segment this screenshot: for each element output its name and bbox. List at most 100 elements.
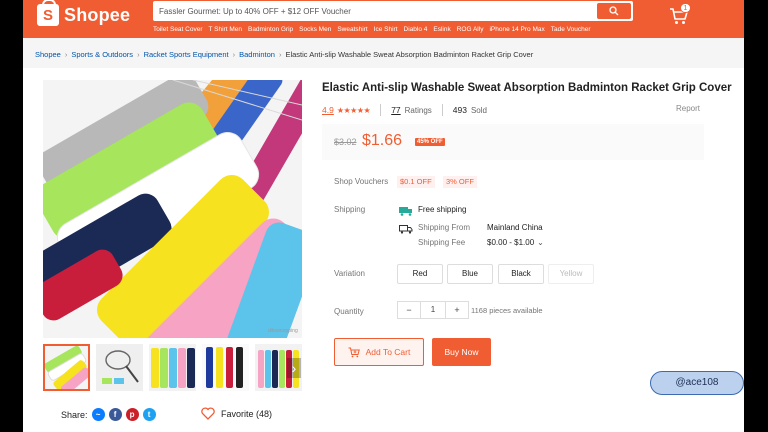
search-bar <box>153 1 633 22</box>
pieces-available: 1168 pieces available <box>471 306 543 315</box>
watermark-badge: @ace108 <box>650 371 744 395</box>
share-row: Share: ~ f p t <box>61 408 156 421</box>
breadcrumb-current: Elastic Anti-slip Washable Sweat Absorpt… <box>285 50 534 59</box>
thumbnail[interactable] <box>202 344 249 391</box>
app-window: S Shopee Toilet Seat Cover T Shirt Men B… <box>23 0 744 432</box>
thumbnail-image <box>149 344 196 391</box>
cart-button[interactable]: 1 <box>669 3 691 26</box>
suggestion-link[interactable]: iPhone 14 Pro Max <box>489 26 544 33</box>
sold-count: 493 <box>452 105 467 115</box>
thumbnail[interactable] <box>43 344 90 391</box>
star-rating-icon: ★★★★★ <box>336 105 371 115</box>
quantity-input[interactable]: 1 <box>420 302 446 318</box>
sold-label: Sold <box>470 105 487 115</box>
discount-badge: 45% OFF <box>415 138 445 146</box>
breadcrumb-link[interactable]: Racket Sports Equipment <box>144 50 229 59</box>
chevron-right-icon[interactable]: › <box>287 358 301 378</box>
chevron-right-icon: › <box>137 50 140 59</box>
product-title: Elastic Anti-slip Washable Sweat Absorpt… <box>322 82 732 94</box>
shopee-bag-icon: S <box>37 0 59 26</box>
search-suggestions: Toilet Seat Cover T Shirt Men Badminton … <box>153 26 597 33</box>
suggestion-link[interactable]: Ice Shirt <box>374 26 398 33</box>
search-input[interactable] <box>153 1 593 22</box>
twitter-icon[interactable]: t <box>142 408 156 421</box>
current-price: $1.66 <box>362 132 403 149</box>
suggestion-link[interactable]: Tade Voucher <box>551 26 591 33</box>
chevron-right-icon: › <box>64 50 68 59</box>
suggestion-link[interactable]: ROG Ally <box>457 26 484 33</box>
thumbnail-strip <box>43 344 302 391</box>
suggestion-link[interactable]: Diablo 4 <box>404 26 428 33</box>
buy-now-button[interactable]: Buy Now <box>432 338 491 366</box>
shipping-label: Shipping <box>334 205 366 214</box>
divider <box>441 104 443 116</box>
favorite-button[interactable]: Favorite (48) <box>201 407 272 420</box>
breadcrumb-link[interactable]: Sports & Outdoors <box>71 50 133 59</box>
thumbnail[interactable] <box>149 344 196 391</box>
thumbnail-image <box>45 346 88 389</box>
suggestion-link[interactable]: Badminton Grip <box>248 26 293 33</box>
voucher-chip[interactable]: $0.1 OFF <box>397 176 435 188</box>
add-to-cart-button[interactable]: Add To Cart <box>334 338 424 366</box>
thumbnail-image <box>202 344 249 391</box>
shipping-from-value: Mainland China <box>487 223 543 232</box>
add-cart-icon <box>348 347 360 357</box>
suggestion-link[interactable]: Sweatshirt <box>337 26 367 33</box>
report-link[interactable]: Report <box>676 104 700 113</box>
shipping-from-row: Shipping From Mainland China <box>418 223 543 232</box>
product-stats: 4.9 ★★★★★ 77 Ratings 493 Sold <box>322 104 487 116</box>
breadcrumb-link[interactable]: Shopee <box>35 50 61 59</box>
product-main-image[interactable]: ditsumopping <box>43 80 302 338</box>
add-to-cart-label: Add To Cart <box>365 347 411 357</box>
grip-covers-illustration: ditsumopping <box>43 80 302 338</box>
variation-option-red[interactable]: Red <box>397 264 443 284</box>
quantity-label: Quantity <box>334 307 364 316</box>
breadcrumb-link[interactable]: Badminton <box>239 50 275 59</box>
variation-label: Variation <box>334 269 365 278</box>
suggestion-link[interactable]: Eslink <box>433 26 450 33</box>
original-price: $3.02 <box>334 137 357 147</box>
search-button[interactable] <box>597 3 631 19</box>
price-section: $3.02 $1.66 45% OFF <box>322 124 704 160</box>
image-caption: ditsumopping <box>268 328 298 334</box>
suggestion-link[interactable]: Socks Men <box>299 26 331 33</box>
shipping-truck-icon <box>399 225 413 234</box>
favorite-label: Favorite (48) <box>221 408 273 419</box>
variation-option-black[interactable]: Black <box>498 264 544 284</box>
shopee-logo[interactable]: S Shopee <box>37 0 131 26</box>
product-card: ditsumopping › Share: ~ f p t Favorite (… <box>23 68 744 432</box>
cart-count-badge: 1 <box>680 3 691 13</box>
breadcrumb: Shopee › Sports & Outdoors › Racket Spor… <box>35 50 533 59</box>
variation-option-yellow[interactable]: Yellow <box>548 264 594 284</box>
divider <box>380 104 382 116</box>
thumbnail-image <box>96 344 143 391</box>
variation-option-blue[interactable]: Blue <box>447 264 493 284</box>
quantity-minus-button[interactable]: − <box>398 302 420 318</box>
thumbnail[interactable] <box>96 344 143 391</box>
chevron-down-icon: ⌄ <box>537 238 544 247</box>
quantity-stepper: − 1 + <box>397 301 469 319</box>
top-header: S Shopee Toilet Seat Cover T Shirt Men B… <box>23 0 744 38</box>
vouchers-label: Shop Vouchers <box>334 177 389 186</box>
messenger-icon[interactable]: ~ <box>91 408 105 421</box>
heart-icon <box>201 407 215 420</box>
ratings-count[interactable]: 77 <box>391 105 400 115</box>
suggestion-link[interactable]: T Shirt Men <box>209 26 242 33</box>
quantity-plus-button[interactable]: + <box>446 302 468 318</box>
shipping-fee-row[interactable]: Shipping Fee $0.00 - $1.00 ⌄ <box>418 238 544 247</box>
share-label: Share: <box>61 409 88 420</box>
facebook-icon[interactable]: f <box>108 408 122 421</box>
logo-text: Shopee <box>64 4 131 25</box>
shipping-fee-label: Shipping Fee <box>418 238 466 247</box>
shipping-fee-value: $0.00 - $1.00 <box>487 238 535 247</box>
voucher-chip[interactable]: 3% OFF <box>443 176 477 188</box>
free-shipping-truck-icon <box>399 207 412 216</box>
rating-value[interactable]: 4.9 <box>322 105 334 115</box>
shipping-from-label: Shipping From <box>418 223 471 232</box>
search-icon <box>609 6 619 16</box>
chevron-right-icon: › <box>232 50 236 59</box>
free-shipping-text: Free shipping <box>418 205 467 214</box>
chevron-right-icon: › <box>278 50 282 59</box>
suggestion-link[interactable]: Toilet Seat Cover <box>153 26 203 33</box>
pinterest-icon[interactable]: p <box>125 408 139 421</box>
